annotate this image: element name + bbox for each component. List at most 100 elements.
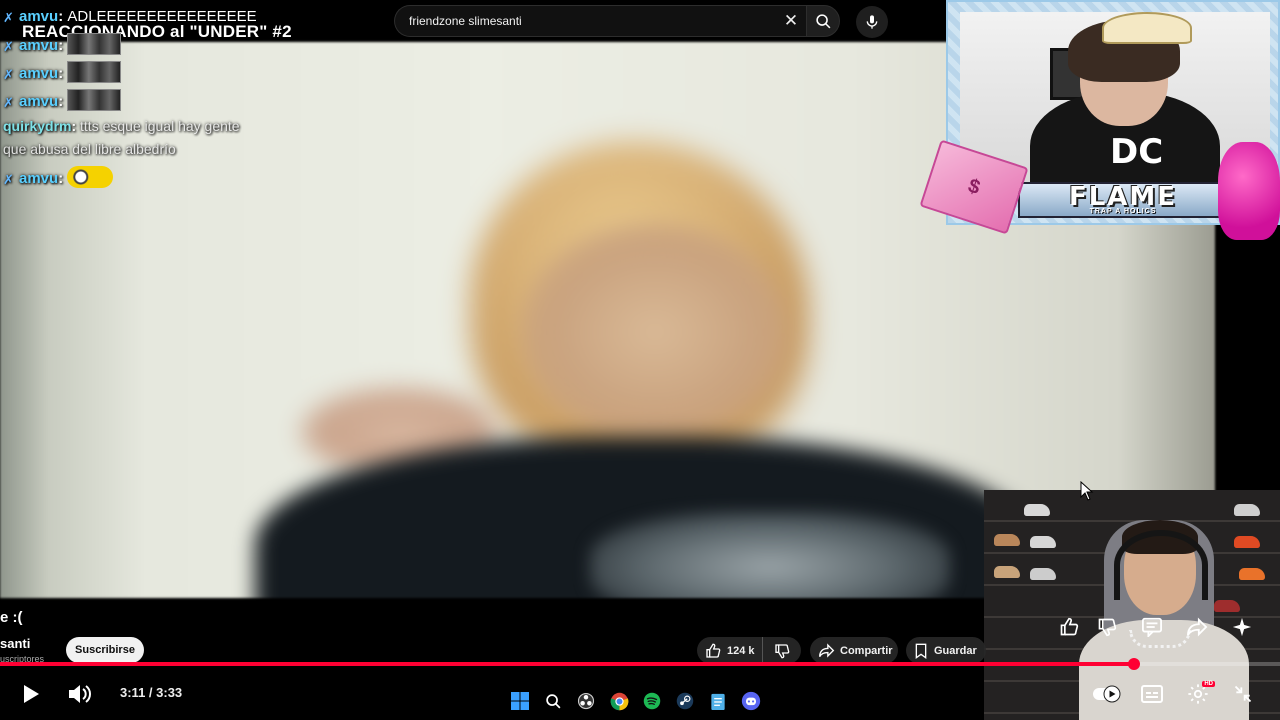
chat-username: amvu [19, 37, 59, 54]
clear-search-icon[interactable]: ✕ [776, 11, 806, 31]
chat-emote [67, 89, 122, 111]
moderator-badge-icon: ✗ [3, 67, 14, 82]
taskbar-app-obs[interactable] [574, 689, 598, 713]
channel-name[interactable]: santi [0, 636, 30, 651]
shoe [1030, 568, 1056, 580]
obs-icon [577, 692, 595, 710]
ask-ai-button[interactable] [1229, 614, 1255, 640]
progress-played [0, 662, 1135, 666]
chrome-icon [610, 692, 628, 710]
chat-emote [67, 33, 122, 55]
share-arrow-icon [819, 643, 835, 658]
settings-button[interactable]: HD [1185, 681, 1215, 707]
like-button[interactable] [1056, 614, 1082, 640]
shoe [1234, 536, 1260, 548]
play-icon [24, 685, 39, 703]
save-label: Guardar [934, 644, 977, 657]
windows-logo-icon [511, 692, 529, 710]
sparkle-icon [1232, 617, 1252, 637]
pink-figure-sticker [1218, 142, 1280, 240]
chat-message: ✗ amvu: [3, 61, 122, 83]
steam-icon [676, 692, 694, 710]
shoe [1239, 568, 1265, 580]
like-count: 124 k [727, 644, 755, 657]
video-share-button[interactable]: Compartir [810, 637, 898, 664]
progress-bar[interactable] [0, 658, 1280, 670]
comments-button[interactable] [1139, 614, 1165, 640]
microphone-icon [866, 15, 878, 29]
exit-fullscreen-button[interactable] [1231, 682, 1255, 706]
time-display: 3:11 / 3:33 [120, 685, 183, 700]
video-title: e :( [0, 609, 23, 626]
chat-text: que abusa del libre albedrío [3, 141, 176, 157]
shoe [1030, 536, 1056, 548]
thumbs-up-icon [706, 643, 721, 658]
video-subject-face [520, 222, 790, 442]
moderator-badge-icon: ✗ [3, 172, 14, 187]
chat-username: amvu [19, 170, 59, 187]
volume-button[interactable] [66, 681, 92, 707]
taskbar [508, 686, 778, 716]
thumbs-down-icon [775, 643, 790, 658]
chat-message: quirkydrm: ttts esque igual hay gente [3, 118, 240, 134]
chat-username: quirkydrm [3, 118, 72, 134]
hd-badge: HD [1202, 681, 1215, 687]
subtitles-icon [1141, 685, 1163, 703]
mouse-cursor [1080, 480, 1094, 506]
search-button[interactable] [806, 5, 840, 37]
subscribe-button[interactable]: Suscribirse [66, 637, 144, 663]
windows-start-button[interactable] [508, 689, 532, 713]
autoplay-toggle-icon [1093, 685, 1121, 703]
moderator-badge-icon: ✗ [3, 39, 14, 54]
progress-scrubber[interactable] [1128, 658, 1141, 670]
moderator-badge-icon: ✗ [3, 10, 14, 25]
streamer-cap [1102, 12, 1192, 44]
shoe [1214, 600, 1240, 612]
thumbs-down-icon [1098, 618, 1117, 637]
chat-text: ttts esque igual hay gente [80, 118, 240, 134]
search-bar[interactable]: friendzone slimesanti ✕ [394, 5, 806, 37]
taskbar-app-notepad[interactable] [706, 689, 730, 713]
video-save-button[interactable]: Guardar [906, 637, 986, 664]
bookmark-icon [915, 643, 927, 659]
dislike-button[interactable] [1094, 614, 1120, 640]
taskbar-app-spotify[interactable] [640, 689, 664, 713]
video-subject-shirt-print [590, 512, 950, 598]
video-dislike-button[interactable] [763, 643, 801, 659]
minion-emote [67, 166, 114, 188]
notepad-icon [711, 693, 725, 710]
shoe [1024, 504, 1050, 516]
taskbar-app-steam[interactable] [673, 689, 697, 713]
cursor-arrow-icon [1080, 480, 1094, 501]
flame-logo-subtitle: TRAP A HOLICS [1089, 207, 1157, 215]
taskbar-app-discord[interactable] [739, 689, 763, 713]
share-label: Compartir [840, 644, 893, 657]
chat-message-continued: que abusa del libre albedrío [3, 141, 176, 157]
subtitles-button[interactable] [1140, 683, 1164, 705]
like-dislike-group: 124 k [697, 637, 801, 664]
play-button[interactable] [18, 681, 44, 707]
chat-message: ✗ amvu: [3, 166, 114, 188]
search-icon [545, 693, 560, 708]
video-like-button[interactable]: 124 k [697, 637, 763, 664]
volume-icon [69, 685, 91, 703]
shoe [1234, 504, 1260, 516]
chat-message: ✗ amvu: [3, 89, 122, 111]
share-button[interactable] [1184, 614, 1210, 640]
spotify-icon [643, 692, 661, 710]
autoplay-toggle[interactable] [1092, 684, 1122, 704]
voice-search-button[interactable] [856, 6, 888, 38]
shoe [994, 566, 1020, 578]
search-icon [815, 13, 830, 28]
moderator-badge-icon: ✗ [3, 95, 14, 110]
discord-icon [741, 691, 761, 711]
flame-logo: FLAME TRAP A HOLICS [1018, 182, 1228, 218]
chat-username: amvu [19, 65, 59, 82]
taskbar-search-button[interactable] [541, 689, 565, 713]
search-input[interactable]: friendzone slimesanti [409, 14, 776, 28]
taskbar-app-chrome[interactable] [607, 689, 631, 713]
shoe [994, 534, 1020, 546]
chat-message: ✗ amvu: [3, 33, 122, 55]
flame-logo-text: FLAME [1068, 181, 1178, 212]
chat-emote [67, 61, 122, 83]
